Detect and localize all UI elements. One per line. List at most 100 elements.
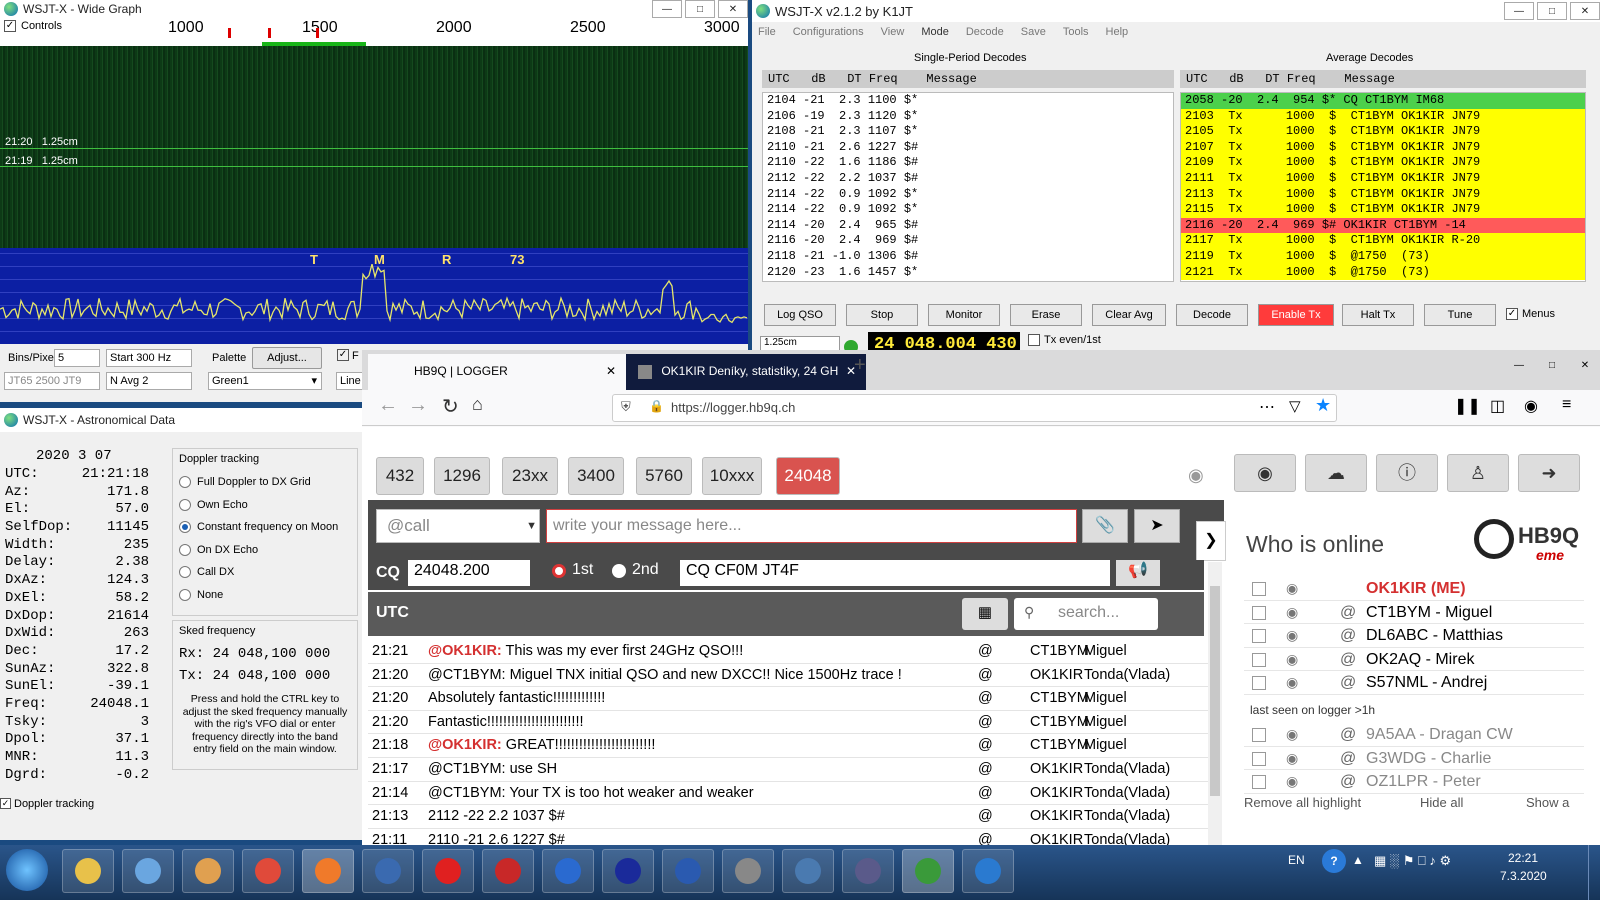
menu-decode[interactable]: Decode (966, 26, 1004, 38)
online-user-row[interactable]: ◉ OK1KIR (ME) (1244, 577, 1584, 601)
band-button-432[interactable]: 432 (376, 457, 424, 495)
megaphone-icon[interactable]: 📢 (1116, 560, 1160, 586)
decode-row[interactable]: 2120 -23 1.6 1457 $* (763, 265, 1173, 281)
maximize-button[interactable]: □ (1537, 2, 1567, 20)
calendar-icon[interactable]: ▦ (962, 598, 1008, 630)
at-icon[interactable]: @ (978, 734, 993, 757)
log-qso-button[interactable]: Log QSO (764, 304, 836, 326)
clock-date[interactable]: 7.3.2020 (1500, 869, 1547, 883)
tx-value[interactable]: 24 048,100 000 (213, 668, 331, 684)
average-decode-row[interactable]: 2121 Tx 1000 $ @1750 (73) (1181, 264, 1585, 281)
tab-hb9q-logger[interactable]: HB9Q | LOGGER ✕ (368, 354, 626, 390)
monitor-button[interactable]: Monitor (928, 304, 1000, 326)
media-player-icon[interactable] (182, 849, 234, 893)
scrollbar[interactable] (1208, 562, 1222, 845)
message-row[interactable]: 21:20 Absolutely fantastic!!!!!!!!!!!!! @ C… (368, 687, 1208, 711)
decode-row[interactable]: 2110 -21 2.6 1227 $# (763, 140, 1173, 156)
highlight-checkbox[interactable] (1252, 582, 1266, 596)
message-row[interactable]: 21:18 @OK1KIR: GREAT!!!!!!!!!!!!!!!!!!!!!… (368, 734, 1208, 758)
paint-icon[interactable] (122, 849, 174, 893)
home-icon[interactable]: ⌂ (472, 394, 483, 415)
online-user-name[interactable]: 9A5AA - Dragan CW (1366, 723, 1513, 746)
average-decode-row[interactable]: 2105 Tx 1000 $ CT1BYM OK1KIR JN79 (1181, 124, 1585, 140)
at-icon[interactable]: @ (978, 687, 993, 710)
chart-app-icon[interactable] (542, 849, 594, 893)
average-decode-row[interactable]: 2113 Tx 1000 $ CT1BYM OK1KIR JN79 (1181, 186, 1585, 203)
chat-icon[interactable]: ☁ (1305, 454, 1367, 492)
online-user-name[interactable]: S57NML - Andrej (1366, 671, 1487, 694)
hide-eye-icon[interactable]: ◉ (1286, 624, 1298, 647)
average-decode-row[interactable]: 2107 Tx 1000 $ CT1BYM OK1KIR JN79 (1181, 139, 1585, 156)
message-callsign[interactable]: OK1KIR (1030, 829, 1083, 845)
menu-configurations[interactable]: Configurations (793, 26, 864, 38)
average-decode-row[interactable]: 2109 Tx 1000 $ CT1BYM OK1KIR JN79 (1181, 155, 1585, 171)
message-input[interactable]: write your message here... (546, 509, 1077, 543)
highlight-checkbox[interactable] (1252, 676, 1266, 691)
decode-row[interactable]: 2114 -22 0.9 1092 $* (763, 187, 1173, 203)
firefox-icon[interactable] (302, 849, 354, 893)
mode-spinbox[interactable]: JT65 2500 JT9 (4, 372, 100, 390)
call-select[interactable]: @call ▼ (376, 509, 540, 543)
online-user-name[interactable]: OK1KIR (ME) (1366, 577, 1466, 600)
show-all-link[interactable]: Show a (1526, 795, 1569, 810)
at-icon[interactable]: @ (1340, 624, 1356, 647)
message-row[interactable]: 21:21 @OK1KIR: This was my ever first 24G… (368, 640, 1208, 664)
radio-icon[interactable] (179, 566, 191, 579)
menu-mode[interactable]: Mode (921, 26, 949, 38)
radio-icon[interactable] (179, 588, 191, 601)
show-desktop-button[interactable] (1588, 845, 1600, 900)
stop-button[interactable]: Stop (846, 304, 918, 326)
account-icon[interactable]: ◉ (1524, 396, 1538, 416)
shield-icon[interactable]: ⛨ (621, 399, 631, 415)
online-user-name[interactable]: DL6ABC - Matthias (1366, 624, 1503, 647)
menu-icon[interactable]: ≡ (1562, 396, 1571, 414)
at-icon[interactable]: @ (1340, 770, 1356, 793)
message-callsign[interactable]: OK1KIR (1030, 758, 1083, 781)
attach-icon[interactable]: 📎 (1082, 509, 1128, 543)
average-decode-row[interactable]: 2111 Tx 1000 $ CT1BYM OK1KIR JN79 (1181, 170, 1585, 187)
enable-tx-button[interactable]: Enable Tx (1258, 304, 1334, 326)
tray-expand-icon[interactable]: ▲ (1352, 853, 1364, 867)
language-indicator[interactable]: EN (1288, 853, 1305, 867)
word-icon[interactable] (662, 849, 714, 893)
message-row[interactable]: 21:11 2110 -21 2.6 1227 $# @ OK1KIR Tonda(Vl… (368, 829, 1208, 845)
clear-avg-button[interactable]: Clear Avg (1092, 304, 1166, 326)
message-row[interactable]: 21:14 @CT1BYM: Your TX is too hot weaker … (368, 782, 1208, 806)
message-callsign[interactable]: CT1BYM (1030, 640, 1089, 663)
minimize-button[interactable]: — (1504, 356, 1534, 374)
message-callsign[interactable]: CT1BYM (1030, 734, 1089, 757)
help-icon[interactable]: ? (1322, 849, 1346, 873)
erase-button[interactable]: Erase (1010, 304, 1082, 326)
waterfall-display[interactable]: 21:20 1.25cm 21:19 1.25cm (0, 46, 748, 248)
network-app-icon[interactable] (842, 849, 894, 893)
online-user-name[interactable]: OZ1LPR - Peter (1366, 770, 1481, 793)
radio-app-icon[interactable] (482, 849, 534, 893)
at-icon[interactable]: @ (1340, 648, 1356, 671)
close-button[interactable]: ✕ (1570, 356, 1600, 374)
online-user-name[interactable]: G3WDG - Charlie (1366, 747, 1491, 770)
highlight-checkbox[interactable] (1252, 775, 1266, 790)
highlight-checkbox[interactable] (1252, 751, 1266, 766)
start-button[interactable] (6, 849, 48, 891)
menu-view[interactable]: View (881, 26, 905, 38)
hide-eye-icon[interactable]: ◉ (1286, 770, 1298, 793)
at-icon[interactable]: @ (1340, 671, 1356, 694)
at-icon[interactable]: @ (978, 664, 993, 687)
decode-row[interactable]: 2114 -22 0.9 1092 $* (763, 202, 1173, 218)
doppler-option[interactable]: Call DX (179, 561, 351, 584)
message-callsign[interactable]: OK1KIR (1030, 782, 1083, 805)
at-icon[interactable]: @ (978, 711, 993, 734)
close-button[interactable]: ✕ (1570, 2, 1600, 20)
minimize-button[interactable]: — (652, 0, 682, 18)
globe-icon[interactable]: ◉ (1234, 454, 1296, 492)
decode-row[interactable]: 2104 -21 2.3 1100 $* (763, 93, 1173, 109)
decode-row[interactable]: 2116 -20 2.4 969 $# (763, 233, 1173, 249)
average-decode-row[interactable]: 2115 Tx 1000 $ CT1BYM OK1KIR JN79 (1181, 202, 1585, 218)
pocket-icon[interactable]: ▽ (1289, 397, 1301, 415)
tools-icon[interactable] (722, 849, 774, 893)
radio-icon[interactable] (179, 521, 191, 534)
at-icon[interactable]: @ (1340, 723, 1356, 746)
doppler-option[interactable]: On DX Echo (179, 539, 351, 562)
decode-row[interactable]: 2114 -20 2.4 965 $# (763, 218, 1173, 234)
hide-eye-icon[interactable]: ◉ (1286, 577, 1298, 600)
